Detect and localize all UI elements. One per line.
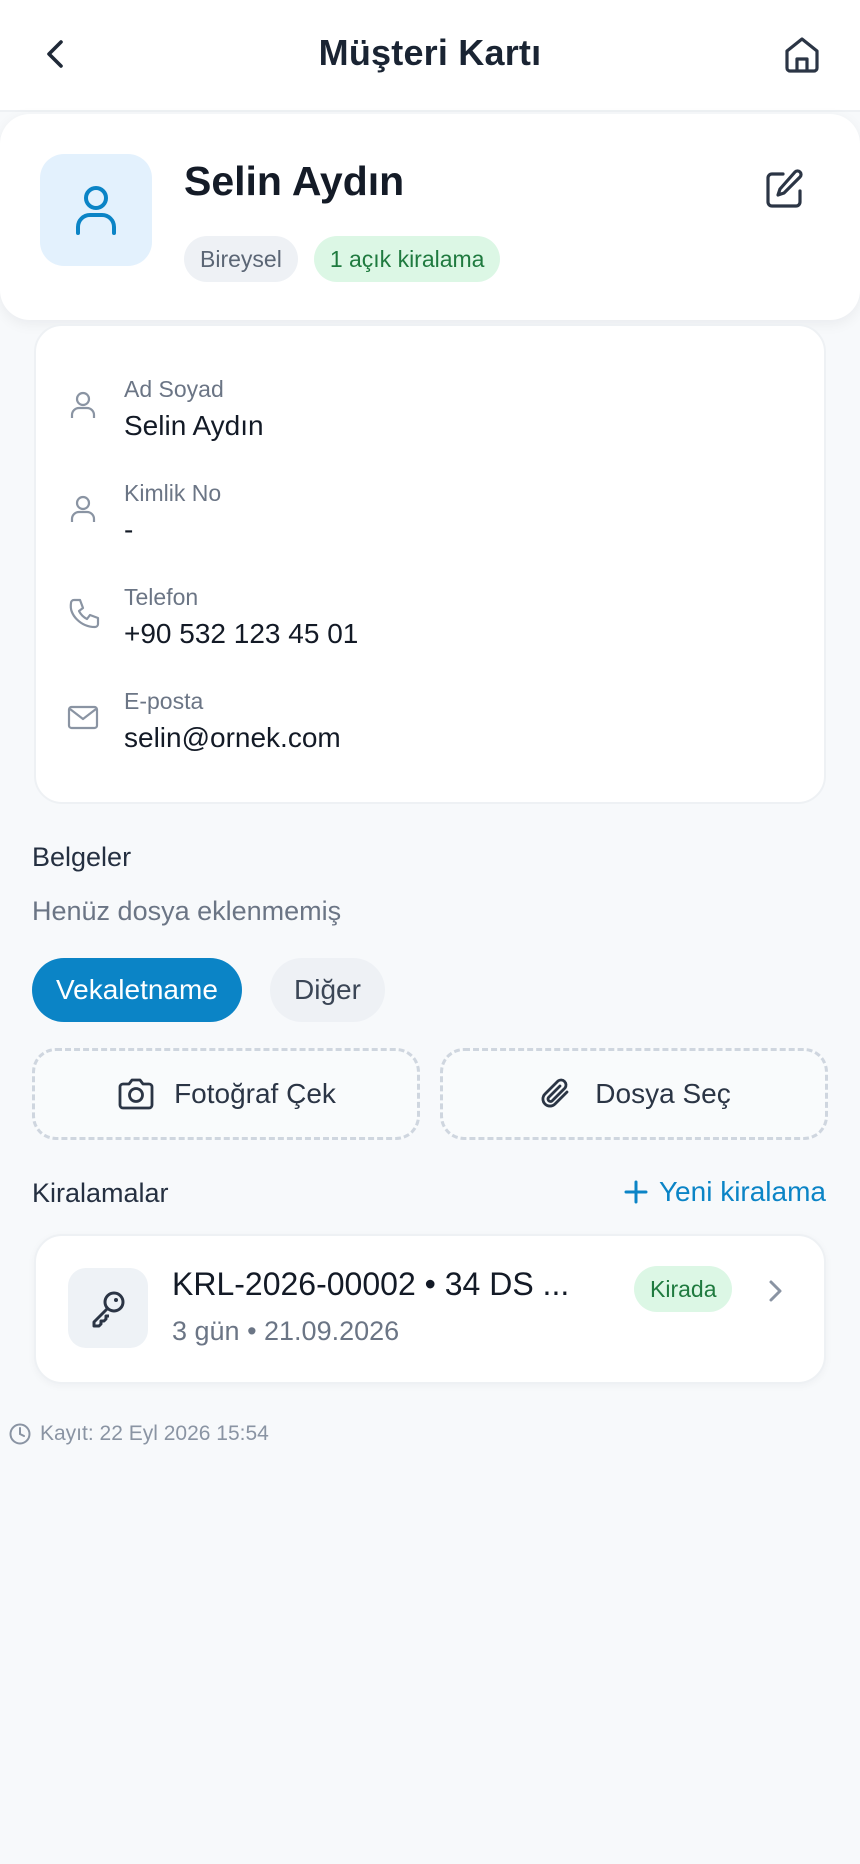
open-rentals-badge: 1 açık kiralama [313, 236, 501, 282]
camera-icon [118, 1078, 154, 1110]
field-value: selin@ornek.com [124, 722, 341, 753]
field-email[interactable]: E-posta selin@ornek.com [36, 688, 824, 778]
edit-icon [766, 169, 803, 208]
contact-info-card: Ad Soyad Selin Aydın Kimlik No - Telefon… [34, 324, 826, 804]
field-value: - [124, 514, 134, 545]
field-label: Telefon [124, 584, 199, 610]
field-full-name: Ad Soyad Selin Aydın [36, 376, 824, 466]
key-icon [92, 1291, 125, 1328]
top-bar: Müşteri Kartı [0, 0, 860, 112]
plus-icon [624, 1180, 648, 1204]
field-label: Ad Soyad [124, 376, 224, 402]
profile-badges: Bireysel 1 açık kiralama [184, 236, 501, 282]
user-icon [70, 495, 96, 522]
customer-type-badge: Bireysel [184, 236, 298, 282]
field-phone[interactable]: Telefon +90 532 123 45 01 [36, 584, 824, 674]
chip-other[interactable]: Diğer [270, 958, 385, 1022]
chip-power-of-attorney[interactable]: Vekaletname [32, 958, 242, 1022]
edit-button[interactable] [762, 166, 808, 212]
new-rental-button[interactable]: Yeni kiralama [623, 1176, 826, 1208]
field-label: Kimlik No [124, 480, 222, 506]
field-value: +90 532 123 45 01 [124, 618, 359, 649]
user-icon [76, 186, 116, 235]
rental-status-badge: Kirada [634, 1266, 733, 1312]
user-icon [70, 391, 96, 418]
new-rental-label: Yeni kiralama [658, 1176, 826, 1207]
take-photo-label: Fotoğraf Çek [174, 1078, 336, 1109]
documents-title: Belgeler [32, 842, 132, 872]
home-button[interactable] [778, 30, 826, 78]
take-photo-button[interactable]: Fotoğraf Çek [32, 1048, 420, 1140]
paperclip-icon [541, 1078, 569, 1108]
chevron-right-icon [769, 1280, 782, 1302]
mail-icon [67, 705, 99, 730]
rental-item-subtitle: 3 gün • 21.09.2026 [172, 1316, 400, 1346]
customer-name: Selin Aydın [184, 158, 405, 204]
phone-icon [69, 598, 100, 629]
home-icon [785, 37, 819, 73]
documents-empty-text: Henüz dosya eklenmemiş [32, 896, 342, 926]
choose-file-button[interactable]: Dosya Seç [440, 1048, 828, 1140]
rentals-title: Kiralamalar [32, 1178, 169, 1208]
page-title: Müşteri Kartı [318, 32, 542, 73]
rental-list-item[interactable]: KRL-2026-00002 • 34 DS ... 3 gün • 21.09… [34, 1234, 826, 1384]
created-meta: Kayıt: 22 Eyl 2026 15:54 [8, 1422, 269, 1446]
rental-item-title: KRL-2026-00002 • 34 DS ... [172, 1266, 570, 1302]
profile-card: Selin Aydın Bireysel 1 açık kiralama [0, 114, 860, 320]
field-id-number: Kimlik No - [36, 480, 824, 570]
created-text: Kayıt: 22 Eyl 2026 15:54 [40, 1422, 269, 1445]
choose-file-label: Dosya Seç [595, 1078, 731, 1109]
rental-item-icon-box [68, 1268, 148, 1348]
field-label: E-posta [124, 688, 204, 714]
clock-icon [9, 1423, 31, 1445]
field-value: Selin Aydın [124, 410, 264, 441]
avatar [40, 154, 152, 266]
